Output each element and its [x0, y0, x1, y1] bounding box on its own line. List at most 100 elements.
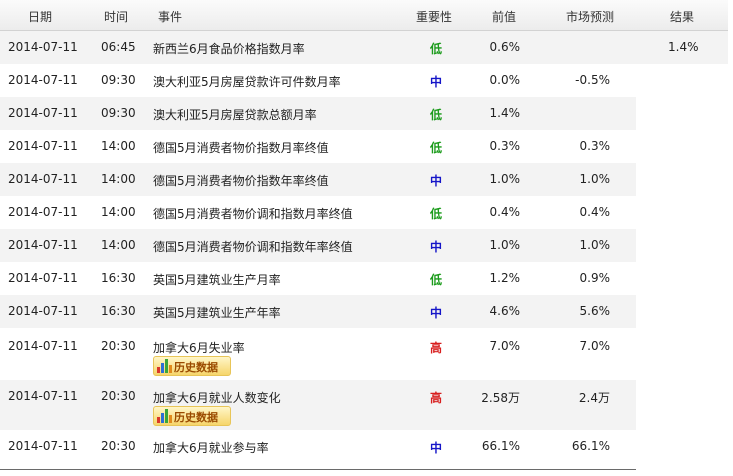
row-previous: 1.0%: [489, 238, 521, 252]
table-row: 2014-07-11 16:30 英国5月建筑业生产年率 中 4.6% 5.6%: [0, 295, 636, 328]
row-time: 14:00: [101, 172, 136, 186]
table-row: 2014-07-11 20:30 加拿大6月失业率 高 7.0% 7.0% 历史数据: [0, 330, 636, 380]
row-date: 2014-07-11: [8, 205, 78, 219]
header-previous: 前值: [492, 10, 517, 24]
table-row: 2014-07-11 06:45 新西兰6月食品价格指数月率 低 0.6%: [0, 31, 636, 64]
table-row: 2014-07-11 20:30 加拿大6月就业人数变化 高 2.58万 2.4万历史数据: [0, 380, 636, 430]
row-event: 澳大利亚5月房屋贷款许可件数月率: [153, 75, 341, 89]
row-event: 加拿大6月就业参与率: [153, 441, 269, 455]
row-previous: 0.0%: [489, 73, 521, 87]
row-time: 20:30: [101, 439, 136, 453]
row-time: 09:30: [101, 106, 136, 120]
row-date: 2014-07-11: [8, 439, 78, 453]
row-event: 加拿大6月就业人数变化: [153, 391, 281, 405]
row-forecast: 2.4万: [578, 391, 610, 405]
header-importance: 重要性: [416, 10, 453, 24]
history-data-button[interactable]: 历史数据: [153, 406, 231, 426]
row-forecast: 7.0%: [579, 339, 611, 353]
row-event: 德国5月消费者物价指数年率终值: [153, 174, 329, 188]
row-forecast: 1.0%: [579, 172, 611, 186]
row-event: 英国5月建筑业生产年率: [153, 306, 281, 320]
row-date: 2014-07-11: [8, 271, 78, 285]
row-time: 16:30: [101, 271, 136, 285]
history-data-button[interactable]: 历史数据: [153, 356, 231, 376]
row-date: 2014-07-11: [8, 339, 78, 353]
result-cell: 1.4%: [636, 31, 728, 64]
history-data-label: 历史数据: [174, 361, 218, 374]
table-row: 2014-07-11 14:00 德国5月消费者物价调和指数年率终值 中 1.0% 1.0…: [0, 229, 636, 262]
row-importance: 中: [429, 75, 442, 89]
row-forecast: 1.0%: [579, 238, 611, 252]
row-time: 16:30: [101, 304, 136, 318]
row-event: 英国5月建筑业生产月率: [153, 273, 281, 287]
row-date: 2014-07-11: [8, 106, 78, 120]
row-event: 德国5月消费者物价调和指数月率终值: [153, 207, 353, 221]
row-event: 德国5月消费者物价指数月率终值: [153, 141, 329, 155]
row-importance: 中: [429, 240, 442, 254]
history-data-label: 历史数据: [174, 411, 218, 424]
row-importance: 中: [429, 174, 442, 188]
row-time: 20:30: [101, 389, 136, 403]
header-forecast: 市场预测: [566, 10, 615, 24]
table-row: 2014-07-11 14:00 德国5月消费者物价调和指数月率终值 低 0.4% 0.4…: [0, 196, 636, 229]
calendar-table: 日期 时间 事件 重要性 前值 市场预测 结果 2014-07-11 06:45 新…: [0, 0, 733, 476]
row-date: 2014-07-11: [8, 73, 78, 87]
row-forecast: 0.4%: [579, 205, 611, 219]
table-row: 2014-07-11 16:30 英国5月建筑业生产月率 低 1.2% 0.9%: [0, 262, 636, 295]
row-forecast: 0.3%: [579, 139, 611, 153]
row-importance: 中: [429, 441, 442, 455]
table-row: 2014-07-11 09:30 澳大利亚5月房屋贷款总额月率 低 1.4%: [0, 97, 636, 130]
table-header: 日期 时间 事件 重要性 前值 市场预测 结果: [0, 0, 728, 31]
row-importance: 低: [429, 108, 442, 122]
row-event: 新西兰6月食品价格指数月率: [153, 42, 305, 56]
row-previous: 0.4%: [489, 205, 521, 219]
row-date: 2014-07-11: [8, 238, 78, 252]
row-importance: 低: [429, 141, 442, 155]
table-row: 2014-07-11 14:00 德国5月消费者物价指数月率终值 低 0.3% 0.3%: [0, 130, 636, 163]
row-time: 14:00: [101, 205, 136, 219]
row-forecast: 0.9%: [579, 271, 611, 285]
row-time: 20:30: [101, 339, 136, 353]
row-forecast: 5.6%: [579, 304, 611, 318]
row-event: 澳大利亚5月房屋贷款总额月率: [153, 108, 317, 122]
row-time: 14:00: [101, 139, 136, 153]
row-previous: 1.2%: [489, 271, 521, 285]
row-date: 2014-07-11: [8, 40, 78, 54]
row-forecast: 66.1%: [571, 439, 610, 453]
row-previous: 1.0%: [489, 172, 521, 186]
header-time: 时间: [104, 10, 129, 24]
row-importance: 低: [429, 273, 442, 287]
row-importance: 高: [429, 341, 442, 355]
row-previous: 2.58万: [481, 391, 520, 405]
bar-chart-icon: [156, 409, 172, 423]
row-event: 德国5月消费者物价调和指数年率终值: [153, 240, 353, 254]
header-date: 日期: [28, 10, 53, 24]
row-date: 2014-07-11: [8, 389, 78, 403]
table-row: 2014-07-11 14:00 德国5月消费者物价指数年率终值 中 1.0% 1.0%: [0, 163, 636, 196]
row-time: 14:00: [101, 238, 136, 252]
row-importance: 低: [429, 42, 442, 56]
row-date: 2014-07-11: [8, 139, 78, 153]
row-event: 加拿大6月失业率: [153, 341, 245, 355]
row-forecast: -0.5%: [575, 73, 610, 87]
row-importance: 高: [429, 391, 442, 405]
row-previous: 66.1%: [481, 439, 520, 453]
row-previous: 0.3%: [489, 139, 521, 153]
table-bottom-border: [0, 469, 636, 470]
row-importance: 低: [429, 207, 442, 221]
row-importance: 中: [429, 306, 442, 320]
row-time: 06:45: [101, 40, 136, 54]
table-row: 2014-07-11 09:30 澳大利亚5月房屋贷款许可件数月率 中 0.0% -0.5…: [0, 64, 636, 97]
row-previous: 4.6%: [489, 304, 521, 318]
row-previous: 0.6%: [489, 40, 521, 54]
row-previous: 7.0%: [489, 339, 521, 353]
table-row: 2014-07-11 20:30 加拿大6月就业参与率 中 66.1% 66.1%: [0, 430, 636, 468]
result-value: 1.4%: [668, 40, 699, 54]
header-result: 结果: [670, 10, 695, 24]
row-date: 2014-07-11: [8, 172, 78, 186]
row-date: 2014-07-11: [8, 304, 78, 318]
bar-chart-icon: [156, 359, 172, 373]
row-previous: 1.4%: [489, 106, 521, 120]
header-event: 事件: [158, 10, 183, 24]
row-time: 09:30: [101, 73, 136, 87]
